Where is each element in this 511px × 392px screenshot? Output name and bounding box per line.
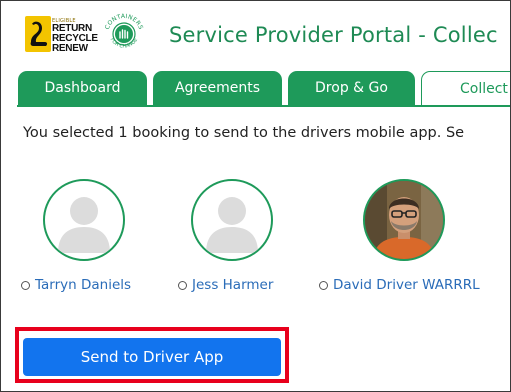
driver-name: Tarryn Daniels: [35, 277, 132, 293]
placeholder-avatar-icon[interactable]: [191, 179, 273, 261]
send-to-driver-app-button[interactable]: Send to Driver App: [23, 338, 281, 376]
driver-radio[interactable]: [319, 280, 328, 290]
tab-collect[interactable]: Collect: [421, 71, 510, 105]
recycle-hand-icon: CONTAINERS FOR CHANGE: [104, 13, 144, 50]
tab-dashboard[interactable]: Dashboard: [18, 71, 147, 105]
tab-agreements[interactable]: Agreements: [153, 71, 282, 105]
driver-card[interactable]: David Driver WARRRL: [319, 179, 499, 299]
rrr-wordmark: ELIGIBLE RETURN RECYCLE RENEW: [52, 18, 98, 54]
driver-radio[interactable]: [178, 280, 187, 290]
driver-option[interactable]: David Driver WARRRL: [319, 277, 480, 293]
containers-for-change-logo: CONTAINERS FOR CHANGE: [101, 11, 147, 57]
page-frame: ELIGIBLE RETURN RECYCLE RENEW CONTAINERS: [0, 0, 511, 392]
rrr-line-renew: RENEW: [52, 43, 88, 54]
driver-card[interactable]: Jess Harmer: [178, 179, 328, 299]
driver-name: David Driver WARRRL: [333, 277, 480, 293]
driver-option[interactable]: Tarryn Daniels: [21, 277, 131, 293]
selection-info-text: You selected 1 booking to send to the dr…: [23, 125, 465, 141]
return-recycle-renew-logo: ELIGIBLE RETURN RECYCLE RENEW: [25, 12, 98, 60]
driver-option[interactable]: Jess Harmer: [178, 277, 273, 293]
driver-photo-avatar[interactable]: [363, 179, 445, 261]
tab-underline: [17, 105, 510, 107]
header: ELIGIBLE RETURN RECYCLE RENEW CONTAINERS: [1, 1, 510, 65]
driver-radio[interactable]: [21, 280, 30, 290]
tab-bar: Dashboard Agreements Drop & Go Collect: [1, 65, 510, 107]
placeholder-avatar-icon[interactable]: [43, 179, 125, 261]
driver-name: Jess Harmer: [192, 277, 274, 293]
driver-card[interactable]: Tarryn Daniels: [21, 179, 171, 299]
tab-drop-and-go[interactable]: Drop & Go: [288, 71, 415, 105]
page-title: Service Provider Portal - Collec: [169, 23, 498, 47]
